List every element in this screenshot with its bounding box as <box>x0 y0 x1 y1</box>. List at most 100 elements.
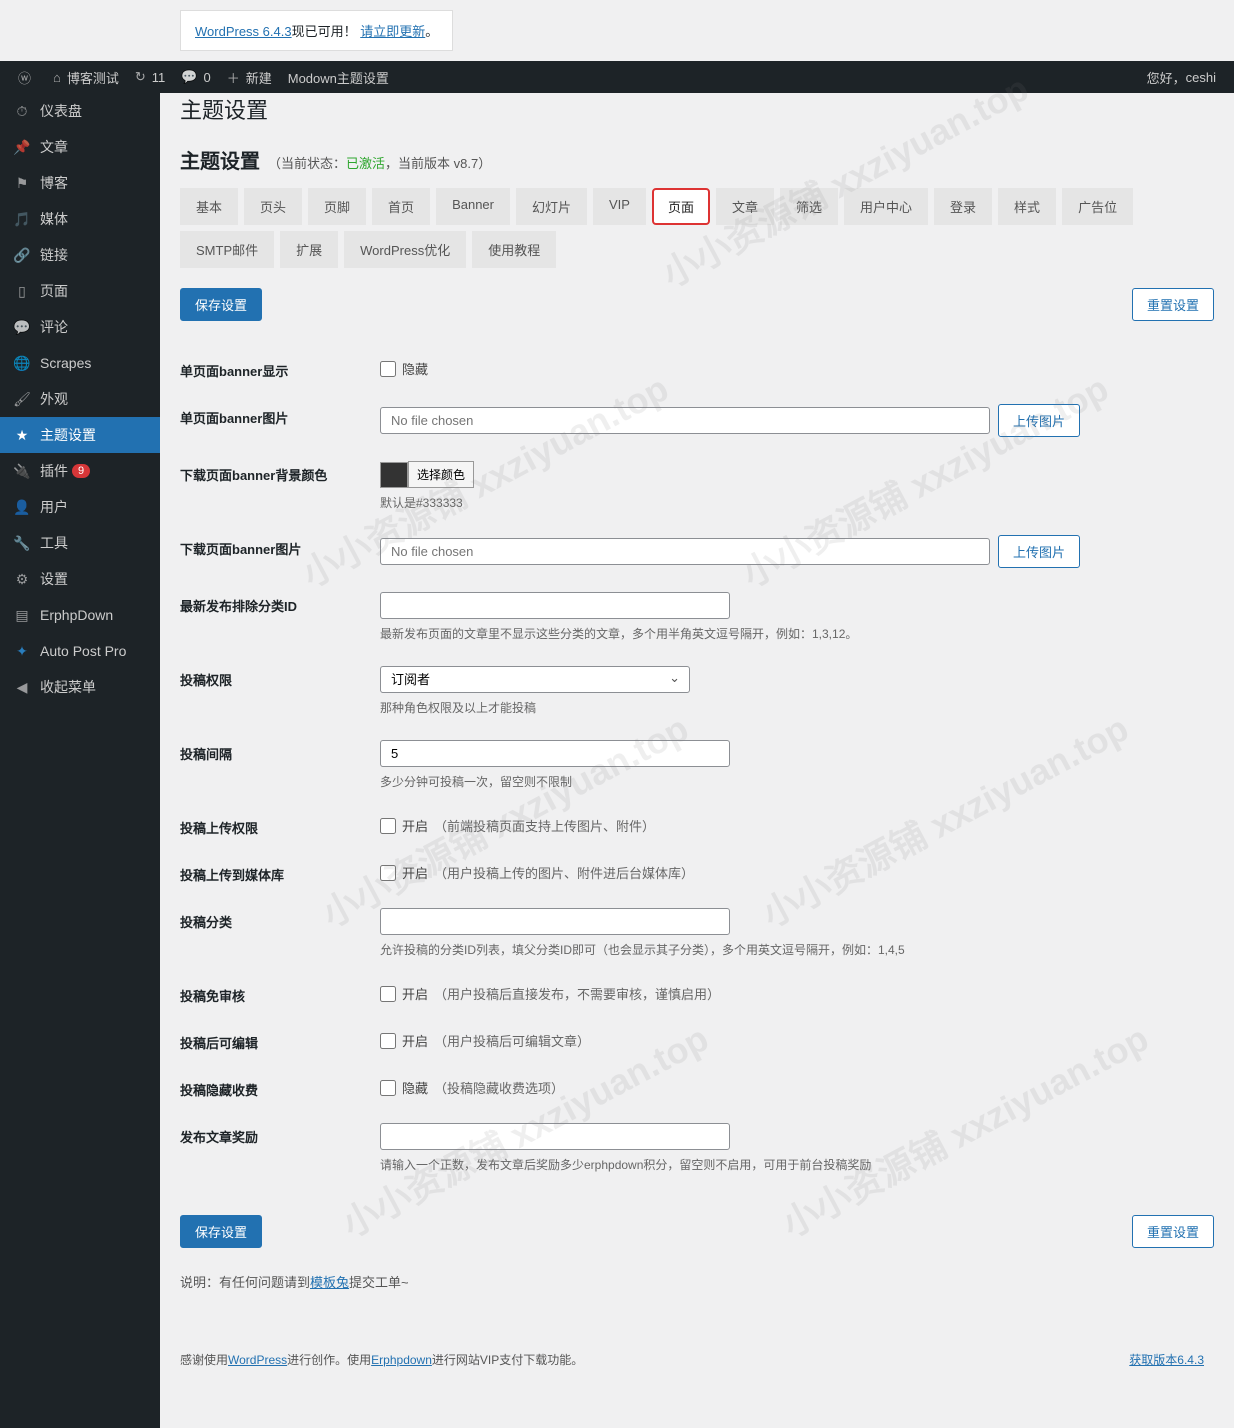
tab-页脚[interactable]: 页脚 <box>308 188 366 225</box>
explain-text: 说明：有任何问题请到模板兔提交工单~ <box>180 1272 1214 1291</box>
input-submit-cat[interactable] <box>380 908 730 935</box>
sidebar-item-页面[interactable]: ▯页面 <box>0 273 160 309</box>
sidebar-item-erphpdown[interactable]: ▤ErphpDown <box>0 597 160 633</box>
tab-Banner[interactable]: Banner <box>436 188 510 225</box>
sidebar-item-label: 文章 <box>40 137 68 157</box>
tab-基本[interactable]: 基本 <box>180 188 238 225</box>
sidebar-item-label: Auto Post Pro <box>40 643 126 659</box>
sidebar-item-主题设置[interactable]: ★主题设置 <box>0 417 160 453</box>
sidebar-item-仪表盘[interactable]: ⏱仪表盘 <box>0 93 160 129</box>
sidebar-item-label: 用户 <box>40 497 68 517</box>
sidebar-item-label: 评论 <box>40 317 68 337</box>
sidebar-item-label: 外观 <box>40 389 68 409</box>
save-button-bottom[interactable]: 保存设置 <box>180 1215 262 1248</box>
user-greeting[interactable]: 您好，ceshi <box>1139 61 1224 93</box>
tab-用户中心[interactable]: 用户中心 <box>844 188 928 225</box>
upload-dl-banner-img-button[interactable]: 上传图片 <box>998 535 1080 568</box>
checkbox-submit-media[interactable] <box>380 865 396 881</box>
input-exclude-cat[interactable] <box>380 592 730 619</box>
sidebar-item-label: 工具 <box>40 533 68 553</box>
label-submit-cat: 投稿分类 <box>180 908 380 958</box>
updates-link[interactable]: ↻11 <box>127 61 173 93</box>
sidebar-badge: 9 <box>72 464 90 478</box>
brush-icon: 🖌 <box>12 389 32 409</box>
sidebar-item-label: 仪表盘 <box>40 101 82 121</box>
tab-幻灯片[interactable]: 幻灯片 <box>516 188 587 225</box>
mobantu-link[interactable]: 模板兔 <box>310 1275 349 1290</box>
tab-登录[interactable]: 登录 <box>934 188 992 225</box>
sidebar-item-文章[interactable]: 📌 文章 <box>0 129 160 165</box>
sidebar-item-label: 博客 <box>40 173 68 193</box>
comments-link[interactable]: 💬0 <box>173 61 218 93</box>
tab-页面[interactable]: 页面 <box>652 188 710 225</box>
new-content-link[interactable]: ＋新建 <box>219 61 280 93</box>
update-notice: WordPress 6.4.3现已可用！ 请立即更新。 <box>180 10 453 51</box>
input-dl-banner-img[interactable] <box>380 538 990 565</box>
checkbox-submit-hidefee[interactable] <box>380 1080 396 1096</box>
input-banner-img[interactable] <box>380 407 990 434</box>
checkbox-submit-upload[interactable] <box>380 818 396 834</box>
admin-bar: ⓦ ⌂博客测试 ↻11 💬0 ＋新建 Modown主题设置 您好，ceshi <box>0 61 1234 93</box>
label-submit-noreview: 投稿免审核 <box>180 982 380 1005</box>
input-publish-reward[interactable] <box>380 1123 730 1150</box>
pin-icon: 📌 <box>12 137 32 157</box>
sidebar-item-auto-post-pro[interactable]: ✦ Auto Post Pro <box>0 633 160 669</box>
tab-SMTP邮件[interactable]: SMTP邮件 <box>180 231 274 268</box>
label-publish-reward: 发布文章奖励 <box>180 1123 380 1173</box>
tab-VIP[interactable]: VIP <box>593 188 646 225</box>
reset-button-top[interactable]: 重置设置 <box>1132 288 1214 321</box>
get-version-link[interactable]: 获取版本6.4.3 <box>1129 1351 1204 1368</box>
sidebar-item-用户[interactable]: 👤 用户 <box>0 489 160 525</box>
sidebar-item-工具[interactable]: 🔧工具 <box>0 525 160 561</box>
color-swatch[interactable] <box>380 462 408 488</box>
tab-页头[interactable]: 页头 <box>244 188 302 225</box>
tab-扩展[interactable]: 扩展 <box>280 231 338 268</box>
theme-settings-link[interactable]: Modown主题设置 <box>280 61 397 93</box>
choose-color-button[interactable]: 选择颜色 <box>408 461 474 488</box>
sidebar-item-label: 页面 <box>40 281 68 301</box>
sidebar-item-博客[interactable]: ⚑ 博客 <box>0 165 160 201</box>
settings-icon: ⚙ <box>12 569 32 589</box>
upload-banner-img-button[interactable]: 上传图片 <box>998 404 1080 437</box>
wordpress-link[interactable]: WordPress <box>228 1353 287 1367</box>
sidebar-item-scrapes[interactable]: 🌐Scrapes <box>0 345 160 381</box>
tab-文章[interactable]: 文章 <box>716 188 774 225</box>
sidebar-item-收起菜单[interactable]: ◀收起菜单 <box>0 669 160 705</box>
sidebar-item-设置[interactable]: ⚙设置 <box>0 561 160 597</box>
tab-WordPress优化[interactable]: WordPress优化 <box>344 231 466 268</box>
input-submit-interval[interactable] <box>380 740 730 767</box>
desc-submit-cat: 允许投稿的分类ID列表，填父分类ID即可（也会显示其子分类），多个用英文逗号隔开… <box>380 941 1080 958</box>
update-now-link[interactable]: 请立即更新 <box>360 24 425 39</box>
desc-submit-role: 那种角色权限及以上才能投稿 <box>380 699 1080 716</box>
checkbox-submit-noreview[interactable] <box>380 986 396 1002</box>
erphpdown-link[interactable]: Erphpdown <box>371 1353 432 1367</box>
wp-version-link[interactable]: WordPress 6.4.3 <box>195 24 292 39</box>
site-name-link[interactable]: ⌂博客测试 <box>45 61 127 93</box>
flag-icon: ⚑ <box>12 173 32 193</box>
sidebar-item-媒体[interactable]: 🎵媒体 <box>0 201 160 237</box>
sidebar-item-label: 媒体 <box>40 209 68 229</box>
label-banner-show: 单页面banner显示 <box>180 357 380 380</box>
reset-button-bottom[interactable]: 重置设置 <box>1132 1215 1214 1248</box>
sidebar-item-外观[interactable]: 🖌 外观 <box>0 381 160 417</box>
checkbox-banner-hide[interactable] <box>380 361 396 377</box>
user-icon: 👤 <box>12 497 32 517</box>
label-submit-media: 投稿上传到媒体库 <box>180 861 380 884</box>
sidebar-item-评论[interactable]: 💬评论 <box>0 309 160 345</box>
tab-首页[interactable]: 首页 <box>372 188 430 225</box>
wp-logo[interactable]: ⓦ <box>10 61 45 93</box>
checkbox-submit-editable[interactable] <box>380 1033 396 1049</box>
sidebar-item-插件[interactable]: 🔌插件9 <box>0 453 160 489</box>
save-button-top[interactable]: 保存设置 <box>180 288 262 321</box>
sidebar-item-链接[interactable]: 🔗链接 <box>0 237 160 273</box>
tab-使用教程[interactable]: 使用教程 <box>472 231 556 268</box>
select-submit-role[interactable]: 订阅者 <box>380 666 690 693</box>
auto-icon: ✦ <box>12 641 32 661</box>
page-title: 主题设置 <box>180 145 260 174</box>
tab-广告位[interactable]: 广告位 <box>1062 188 1133 225</box>
tab-样式[interactable]: 样式 <box>998 188 1056 225</box>
update-available-text: 现已可用！ <box>292 24 357 39</box>
tab-筛选[interactable]: 筛选 <box>780 188 838 225</box>
color-desc: 默认是#333333 <box>380 494 1080 511</box>
sidebar-item-label: 插件 <box>40 461 68 481</box>
